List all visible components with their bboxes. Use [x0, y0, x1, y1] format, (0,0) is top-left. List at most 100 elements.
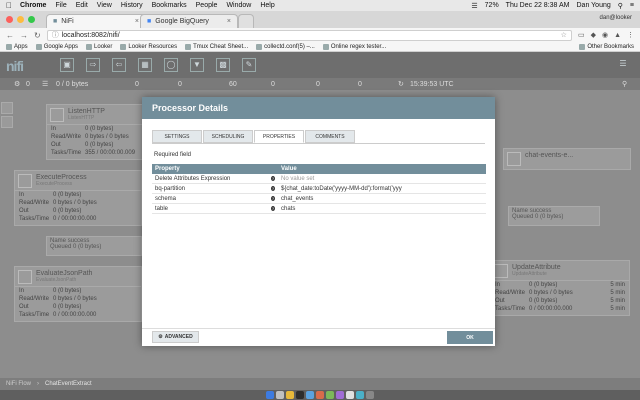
breadcrumb-root[interactable]: NiFi Flow — [6, 381, 31, 387]
app-icon[interactable] — [336, 391, 344, 399]
bookmark-other[interactable]: Other Bookmarks — [579, 43, 634, 50]
menu-view[interactable]: View — [97, 2, 112, 9]
connection-success[interactable]: Name success Queued 0 (0 bytes) — [508, 206, 600, 226]
processor-executeprocess[interactable]: ExecuteProcess ExecuteProcess In 0 (0 byte… — [14, 170, 142, 226]
page-icon — [256, 43, 263, 50]
page-info-icon[interactable]: ⓘ — [52, 30, 59, 40]
processor-icon — [18, 270, 32, 284]
help-icon[interactable]: ? — [271, 206, 275, 211]
url-input[interactable]: ⓘ localhost:8082/nifi/ ☆ — [46, 29, 572, 41]
maximize-window-icon[interactable] — [28, 16, 35, 23]
reload-icon[interactable]: ↻ — [34, 31, 41, 40]
processor-name: ExecuteProcess — [36, 174, 87, 181]
bookmark-regex[interactable]: Online regex tester... — [322, 43, 386, 50]
tab-nifi[interactable]: ■ NiFi × — [46, 14, 146, 28]
close-icon[interactable]: × — [135, 18, 139, 25]
menu-help[interactable]: Help — [260, 2, 274, 9]
cast-icon[interactable]: ▭ — [578, 31, 585, 39]
output-port-tool-icon[interactable]: ⇦ — [112, 58, 126, 72]
bookmark-looker[interactable]: Looker — [86, 43, 112, 50]
list-icon[interactable]: ≡ — [630, 2, 634, 9]
apple-icon[interactable]:  — [6, 1, 12, 10]
help-icon[interactable]: ? — [271, 186, 275, 191]
bookmark-star-icon[interactable]: ☆ — [561, 31, 567, 39]
menu-file[interactable]: File — [55, 2, 66, 9]
table-row[interactable]: bq-partition ? ${chat_date:toDate('yyyy-… — [152, 184, 486, 194]
app-icon[interactable] — [326, 391, 334, 399]
output-port[interactable]: chat-events-e... — [503, 148, 631, 170]
input-port-tool-icon[interactable]: ⇨ — [86, 58, 100, 72]
bookmark-looker-resources[interactable]: Looker Resources — [120, 43, 177, 50]
output-port-icon — [507, 152, 521, 166]
processor-updateattribute[interactable]: UpdateAttribute UpdateAttribute In 0 (0 by… — [490, 260, 630, 316]
menu-window[interactable]: Window — [226, 2, 251, 9]
tab-comments[interactable]: COMMENTS — [305, 130, 355, 143]
tab-bigquery[interactable]: ■ Google BigQuery × — [140, 14, 238, 28]
finder-icon[interactable] — [266, 391, 274, 399]
extension-icon[interactable]: ◉ — [602, 31, 608, 39]
navigate-icon[interactable] — [1, 102, 13, 114]
close-window-icon[interactable] — [6, 16, 13, 23]
operate-icon[interactable] — [1, 116, 13, 128]
bookmark-google-apps[interactable]: Google Apps — [35, 43, 78, 50]
stat-row: In 0 (0 bytes) 5 min — [495, 282, 625, 288]
app-icon[interactable] — [356, 391, 364, 399]
launchpad-icon[interactable] — [276, 391, 284, 399]
bookmarks-bar: Apps Google Apps Looker Looker Resources… — [0, 42, 640, 52]
bookmark-apps[interactable]: Apps — [6, 43, 28, 50]
new-tab-button[interactable] — [238, 14, 254, 28]
clock[interactable]: Thu Dec 22 8:38 AM — [506, 2, 570, 9]
remote-group-tool-icon[interactable]: ◯ — [164, 58, 178, 72]
processor-tool-icon[interactable]: ▣ — [60, 58, 74, 72]
tab-settings[interactable]: SETTINGS — [152, 130, 202, 143]
ok-button[interactable]: OK — [447, 331, 493, 344]
tab-properties[interactable]: PROPERTIES — [254, 130, 304, 143]
template-tool-icon[interactable]: ▩ — [216, 58, 230, 72]
app-icon[interactable] — [346, 391, 354, 399]
menu-app[interactable]: Chrome — [20, 2, 46, 9]
back-icon[interactable]: ← — [6, 31, 14, 40]
user-name[interactable]: Dan Young — [577, 2, 611, 9]
terminal-icon[interactable] — [296, 391, 304, 399]
bookmark-collectd[interactable]: collectd.conf(5) –... — [256, 43, 315, 50]
process-group-tool-icon[interactable]: ▦ — [138, 58, 152, 72]
extension-icon[interactable]: ◆ — [591, 31, 596, 39]
advanced-button[interactable]: ⚙ ADVANCED — [152, 331, 199, 343]
battery-percent[interactable]: 72% — [485, 2, 499, 9]
help-icon[interactable]: ? — [271, 176, 275, 181]
global-menu-icon[interactable]: ☰ — [616, 58, 630, 72]
app-icon[interactable] — [316, 391, 324, 399]
bookmark-tmux[interactable]: Tmux Cheat Sheet... — [185, 43, 248, 50]
minimize-window-icon[interactable] — [17, 16, 24, 23]
breadcrumb-current[interactable]: ChatEventExtract — [45, 381, 92, 387]
chrome-icon[interactable] — [286, 391, 294, 399]
os-menubar:  Chrome File Edit View History Bookmark… — [0, 0, 640, 11]
stat-row: Tasks/Time 0 / 00:00:00.000 — [19, 216, 97, 222]
tab-scheduling[interactable]: SCHEDULING — [203, 130, 253, 143]
search-icon[interactable]: ⚲ — [618, 2, 623, 10]
wifi-icon[interactable]: ☰ — [471, 2, 477, 10]
menu-edit[interactable]: Edit — [76, 2, 88, 9]
refresh-icon[interactable]: ↻ — [398, 80, 404, 88]
trash-icon[interactable] — [366, 391, 374, 399]
menu-people[interactable]: People — [196, 2, 218, 9]
processor-evaluatejsonpath[interactable]: EvaluateJsonPath EvaluateJsonPath In 0 (0 … — [14, 266, 142, 322]
table-row[interactable]: Delete Attributes Expression ? No value … — [152, 174, 486, 184]
search-icon[interactable]: ⚲ — [622, 80, 627, 88]
extension-icon[interactable]: ▲ — [614, 32, 621, 39]
menu-icon[interactable]: ⋮ — [627, 31, 634, 39]
profile-name[interactable]: dan@looker — [600, 15, 632, 21]
column-value: Value — [281, 166, 297, 172]
help-icon[interactable]: ? — [271, 196, 275, 201]
connection-success[interactable]: Name success Queued 0 (0 bytes) — [46, 236, 142, 256]
app-icon[interactable] — [306, 391, 314, 399]
close-icon[interactable]: × — [227, 18, 231, 25]
forward-icon[interactable]: → — [20, 31, 28, 40]
label-tool-icon[interactable]: ✎ — [242, 58, 256, 72]
menu-bookmarks[interactable]: Bookmarks — [152, 2, 187, 9]
processor-listenhttp[interactable]: ListenHTTP ListenHTTP In 0 (0 bytes) Read/… — [46, 104, 156, 160]
funnel-tool-icon[interactable]: ▼ — [190, 58, 204, 72]
table-row[interactable]: schema ? chat_events — [152, 194, 486, 204]
menu-history[interactable]: History — [121, 2, 143, 9]
table-row[interactable]: table ? chats — [152, 204, 486, 214]
